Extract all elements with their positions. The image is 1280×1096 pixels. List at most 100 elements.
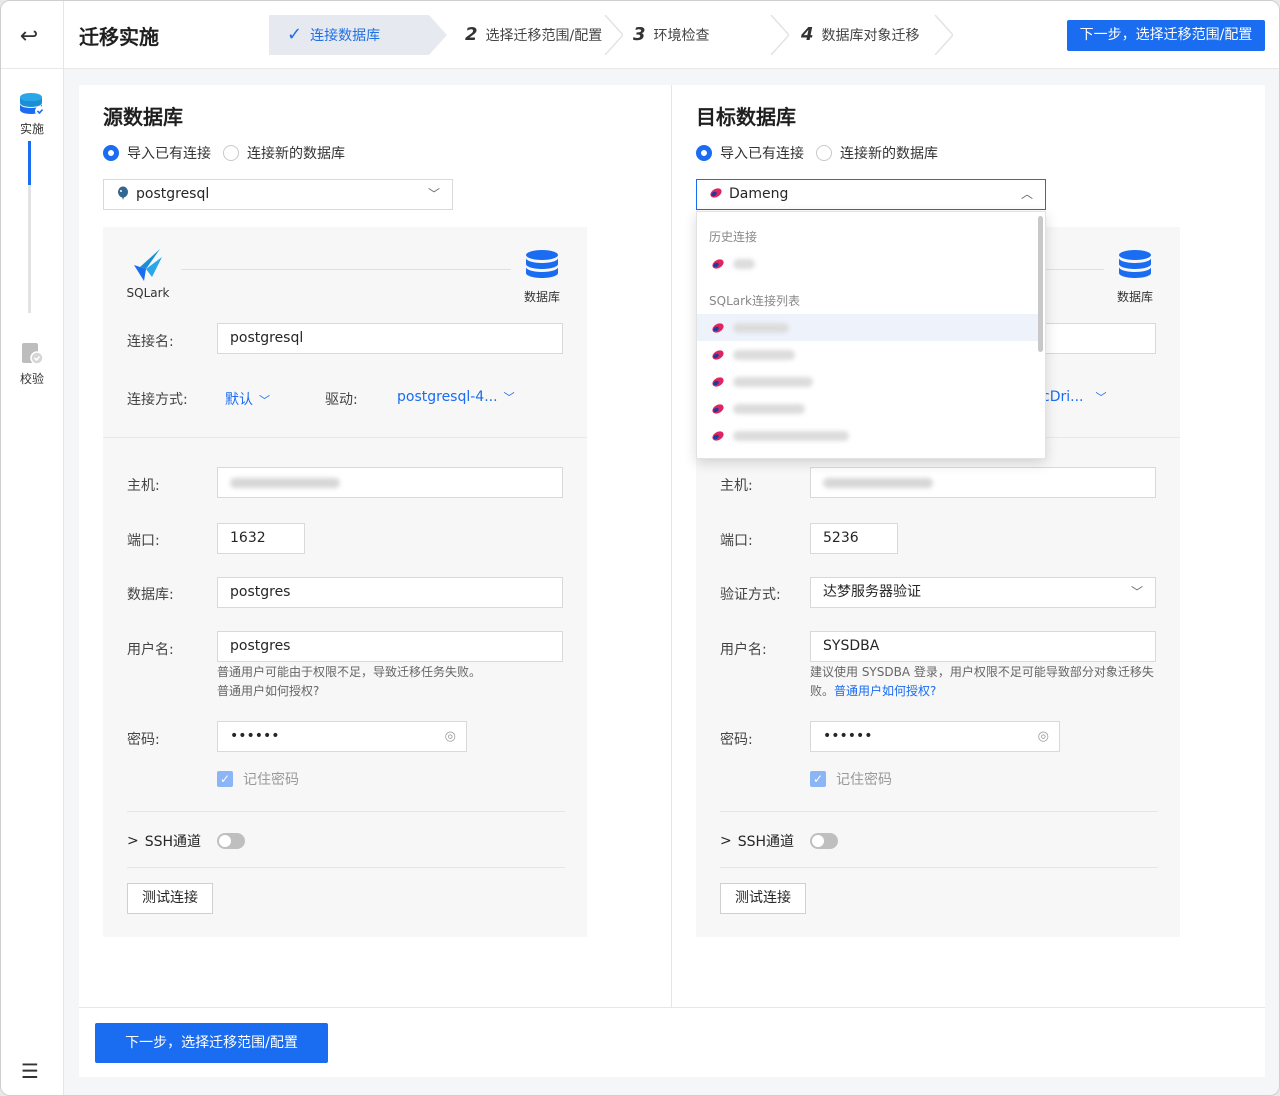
dropdown-option[interactable] [697, 250, 1039, 277]
step-connect-database[interactable]: ✓ 连接数据库 [269, 15, 427, 55]
progress-rail [28, 141, 31, 313]
chevron-down-icon: ﹀ [503, 391, 515, 404]
page-title: 迁移实施 [79, 25, 159, 49]
db-logo: 数据库 [1112, 249, 1158, 305]
sqlark-bird-icon [134, 249, 162, 281]
password-value: •••••• [823, 728, 873, 744]
conn-mode-value: 默认 [225, 392, 253, 408]
radio-label: 导入已有连接 [127, 146, 211, 162]
database-stack-icon [1119, 250, 1151, 278]
eye-hidden-icon[interactable]: ◎ [1038, 722, 1049, 751]
dropdown-option[interactable] [697, 422, 1039, 449]
username-input[interactable]: postgres [217, 631, 563, 662]
host-input[interactable] [810, 467, 1156, 498]
sqlark-label: SQLark [126, 286, 170, 300]
ssh-switch[interactable] [810, 833, 838, 849]
step-select-scope[interactable]: 2 选择迁移范围/配置 [465, 15, 625, 55]
db-label: 数据库 [523, 290, 560, 304]
dropdown-option[interactable] [697, 314, 1039, 341]
connection-dropdown: 历史连接 SQLark连接列表 [696, 211, 1046, 459]
ssh-toggle-expander[interactable]: > SSH通道 [127, 831, 201, 851]
driver-value: cDri... [1042, 389, 1084, 405]
source-connection-select[interactable]: postgresql ﹀ [103, 179, 453, 210]
authorize-help-link[interactable]: 普通用户如何授权? [834, 684, 936, 698]
footer-divider [79, 1007, 1265, 1008]
next-step-button-bottom[interactable]: 下一步，选择迁移范围/配置 [95, 1023, 328, 1063]
test-connection-button[interactable]: 测试连接 [127, 883, 213, 914]
redacted-host [823, 478, 933, 488]
sidebar-item-verify[interactable]: 校验 [1, 341, 63, 387]
conn-mode-select[interactable]: 默认 ﹀ [225, 389, 270, 409]
target-connection-select[interactable]: Dameng ︿ [696, 179, 1046, 210]
port-input[interactable]: 1632 [217, 523, 305, 554]
ssh-switch[interactable] [217, 833, 245, 849]
chevron-down-icon: ﹀ [1095, 391, 1107, 404]
target-radio-new[interactable]: 连接新的数据库 [816, 143, 938, 163]
username-input[interactable]: SYSDBA [810, 631, 1156, 662]
radio-checked-icon [103, 145, 119, 161]
radio-unchecked-icon [816, 145, 832, 161]
conn-mode-label: 连接方式: [127, 392, 188, 408]
chevron-right-icon: > [127, 833, 139, 849]
dropdown-option[interactable] [697, 341, 1039, 368]
dropdown-group-sqlark: SQLark连接列表 [709, 294, 800, 308]
step-arrow-icon [427, 15, 447, 55]
redacted-name [733, 430, 849, 441]
auth-method-select[interactable]: 达梦服务器验证 ﹀ [810, 577, 1156, 608]
ssh-label: SSH通道 [737, 834, 795, 850]
eye-hidden-icon[interactable]: ◎ [445, 722, 456, 751]
redacted-name [733, 322, 789, 333]
password-input[interactable]: •••••• ◎ [810, 721, 1060, 752]
select-value: postgresql [136, 186, 210, 202]
sidebar-item-label: 实施 [19, 122, 44, 136]
ssh-toggle-expander[interactable]: > SSH通道 [720, 831, 794, 851]
db-logo: 数据库 [519, 249, 565, 305]
port-input[interactable]: 5236 [810, 523, 898, 554]
target-db-title: 目标数据库 [696, 105, 796, 129]
dropdown-scrollbar[interactable] [1038, 216, 1043, 352]
test-connection-button[interactable]: 测试连接 [720, 883, 806, 914]
dameng-icon [712, 430, 724, 441]
radio-unchecked-icon [223, 145, 239, 161]
dameng-icon [710, 188, 722, 198]
dropdown-option[interactable] [697, 395, 1039, 422]
step-object-migration[interactable]: 4 数据库对象迁移 [801, 15, 951, 55]
verify-icon [22, 343, 44, 365]
radio-label: 连接新的数据库 [840, 146, 938, 162]
divider [127, 811, 565, 812]
sidebar-item-implement[interactable]: 实施 [1, 91, 63, 137]
remember-password-checkbox[interactable]: ✓ 记住密码 [217, 769, 299, 789]
database-stack-icon [526, 250, 558, 278]
source-radio-new[interactable]: 连接新的数据库 [223, 143, 345, 163]
redacted-name [733, 403, 805, 414]
dameng-icon [712, 376, 724, 387]
dropdown-option[interactable] [697, 368, 1039, 395]
top-bar: ↩ 迁移实施 ✓ 连接数据库 2 选择迁移范围/配置 3 环境检查 4 数据库对象迁移 … [1, 1, 1279, 69]
sidebar-divider [63, 1, 64, 1095]
menu-toggle-icon[interactable]: ☰ [21, 1059, 39, 1083]
section-divider [103, 437, 587, 438]
source-radio-existing[interactable]: 导入已有连接 [103, 143, 211, 163]
host-input[interactable] [217, 467, 563, 498]
radio-label: 导入已有连接 [720, 146, 804, 162]
step-env-check[interactable]: 3 环境检查 [633, 15, 763, 55]
database-label: 数据库: [127, 587, 174, 603]
driver-select[interactable]: cDri... ﹀ [1042, 389, 1106, 405]
back-arrow-icon[interactable]: ↩ [15, 23, 43, 51]
authorize-help-link[interactable]: 普通用户如何授权? [217, 682, 319, 701]
step-label: 选择迁移范围/配置 [485, 28, 603, 44]
postgresql-icon [118, 186, 128, 200]
conn-name-input[interactable]: postgresql [217, 323, 563, 354]
password-input[interactable]: •••••• ◎ [217, 721, 467, 752]
target-radio-existing[interactable]: 导入已有连接 [696, 143, 804, 163]
remember-password-checkbox[interactable]: ✓ 记住密码 [810, 769, 892, 789]
db-label: 数据库 [1116, 290, 1153, 304]
username-hint: 建议使用 SYSDBA 登录，用户权限不足可能导致部分对象迁移失 [810, 665, 1154, 679]
step-arrow-icon [934, 15, 953, 55]
database-input[interactable]: postgres [217, 577, 563, 608]
password-value: •••••• [230, 728, 280, 744]
host-label: 主机: [720, 478, 753, 494]
driver-select[interactable]: postgresql-4... ﹀ [397, 389, 515, 405]
next-step-button[interactable]: 下一步，选择迁移范围/配置 [1067, 20, 1265, 51]
divider [720, 867, 1158, 868]
